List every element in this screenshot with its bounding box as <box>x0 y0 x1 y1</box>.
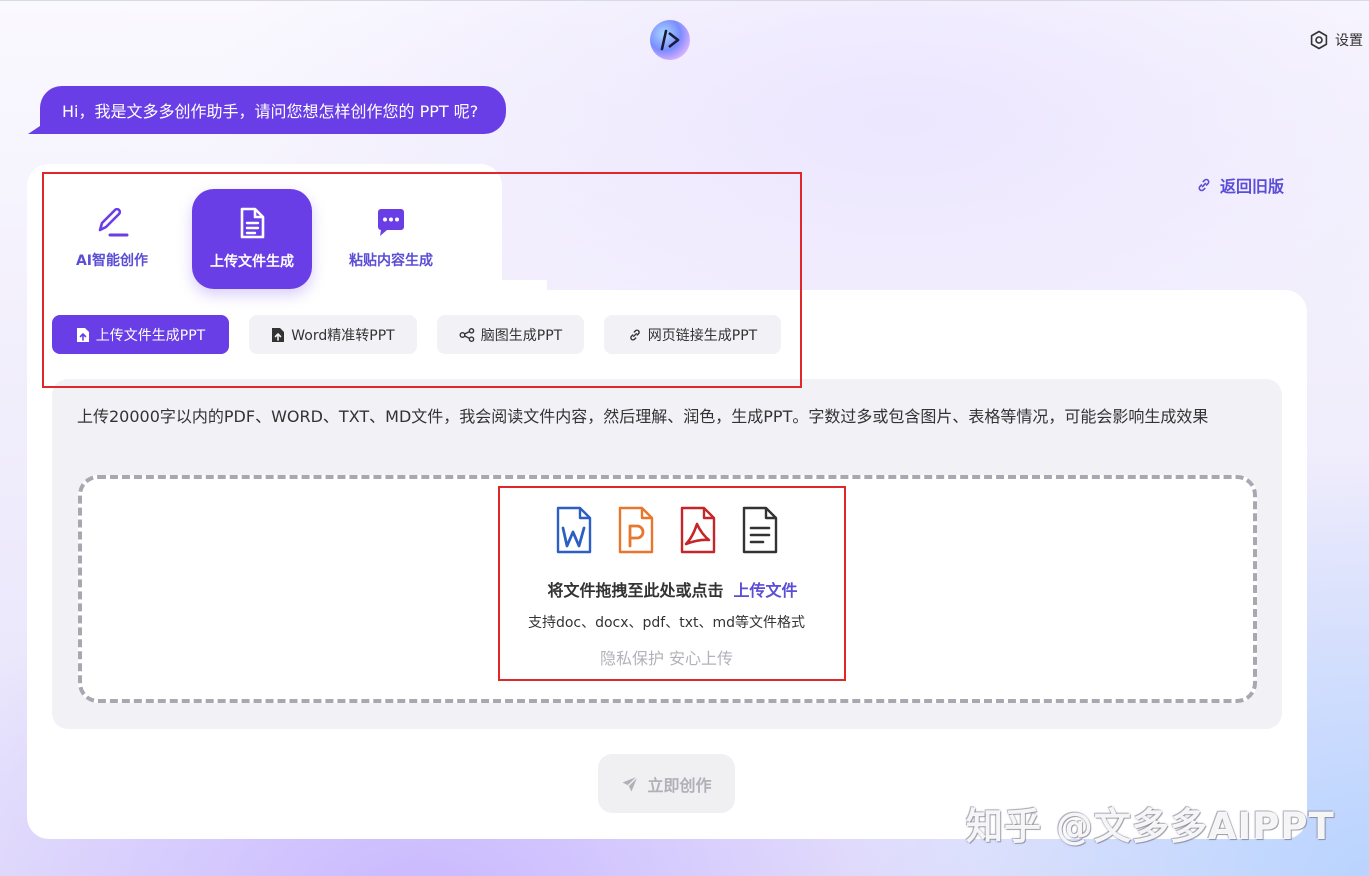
supported-formats: 支持doc、docx、pdf、txt、md等文件格式 <box>527 615 806 631</box>
app-logo <box>650 20 690 60</box>
create-now-button[interactable]: 立即创作 <box>598 754 735 813</box>
greeting-text: Hi，我是文多多创作助手，请问您想怎样创作您的 PPT 呢? <box>62 102 479 121</box>
file-upload-icon <box>272 327 285 342</box>
subtab-mindmap-ppt-label: 脑图生成PPT <box>480 327 563 344</box>
pdf-file-icon <box>680 506 716 554</box>
share-nodes-icon <box>459 327 475 342</box>
file-type-icons <box>555 506 779 554</box>
text-file-icon <box>742 506 778 554</box>
upload-file-link[interactable]: 上传文件 <box>734 581 798 600</box>
watermark: 知乎 @文多多AIPPT <box>966 805 1335 848</box>
settings-label: 设置 <box>1335 33 1363 49</box>
file-upload-icon <box>76 327 89 342</box>
tab-paste-content[interactable]: 粘贴内容生成 <box>331 189 451 289</box>
tab-ai-create-label: AI智能创作 <box>75 253 149 269</box>
subtab-word-to-ppt-label: Word精准转PPT <box>291 327 395 344</box>
logo-slash-play-icon <box>660 29 680 51</box>
link-icon <box>1198 178 1210 192</box>
upload-description: 上传20000字以内的PDF、WORD、TXT、MD文件，我会阅读文件内容，然后… <box>77 407 1209 426</box>
gear-icon <box>1310 30 1328 50</box>
pen-icon <box>98 208 129 237</box>
subtab-upload-file-ppt[interactable]: 上传文件生成PPT <box>52 315 229 354</box>
subtab-upload-file-ppt-label: 上传文件生成PPT <box>95 327 206 344</box>
subtab-mindmap-ppt[interactable]: 脑图生成PPT <box>437 315 584 354</box>
drop-instruction: 将文件拖拽至此处或点击 上传文件 <box>500 577 845 601</box>
chat-bubble-icon <box>378 209 404 236</box>
create-now-label: 立即创作 <box>647 775 712 795</box>
greeting-bubble: Hi，我是文多多创作助手，请问您想怎样创作您的 PPT 呢? <box>40 86 507 134</box>
tab-upload-file-label: 上传文件生成 <box>210 254 294 270</box>
drop-text: 将文件拖拽至此处或点击 <box>547 581 724 600</box>
subtab-weblink-ppt[interactable]: 网页链接生成PPT <box>604 315 781 354</box>
return-old-version-link[interactable]: 返回旧版 <box>1196 173 1284 197</box>
tab-upload-file[interactable]: 上传文件生成 <box>192 189 312 289</box>
settings-button[interactable]: 设置 <box>1309 30 1363 50</box>
document-icon <box>240 207 265 239</box>
return-link-label: 返回旧版 <box>1220 177 1285 196</box>
tab-paste-content-label: 粘贴内容生成 <box>349 253 433 269</box>
subtab-word-to-ppt[interactable]: Word精准转PPT <box>249 315 417 354</box>
link-icon <box>630 329 640 340</box>
tab-ai-create[interactable]: AI智能创作 <box>52 189 172 289</box>
send-icon <box>622 775 639 791</box>
word-file-icon <box>556 506 592 554</box>
privacy-note: 隐私保护 安心上传 <box>599 649 734 668</box>
ppt-file-icon <box>618 506 654 554</box>
subtab-weblink-ppt-label: 网页链接生成PPT <box>647 327 758 344</box>
top-border <box>0 0 1369 1</box>
